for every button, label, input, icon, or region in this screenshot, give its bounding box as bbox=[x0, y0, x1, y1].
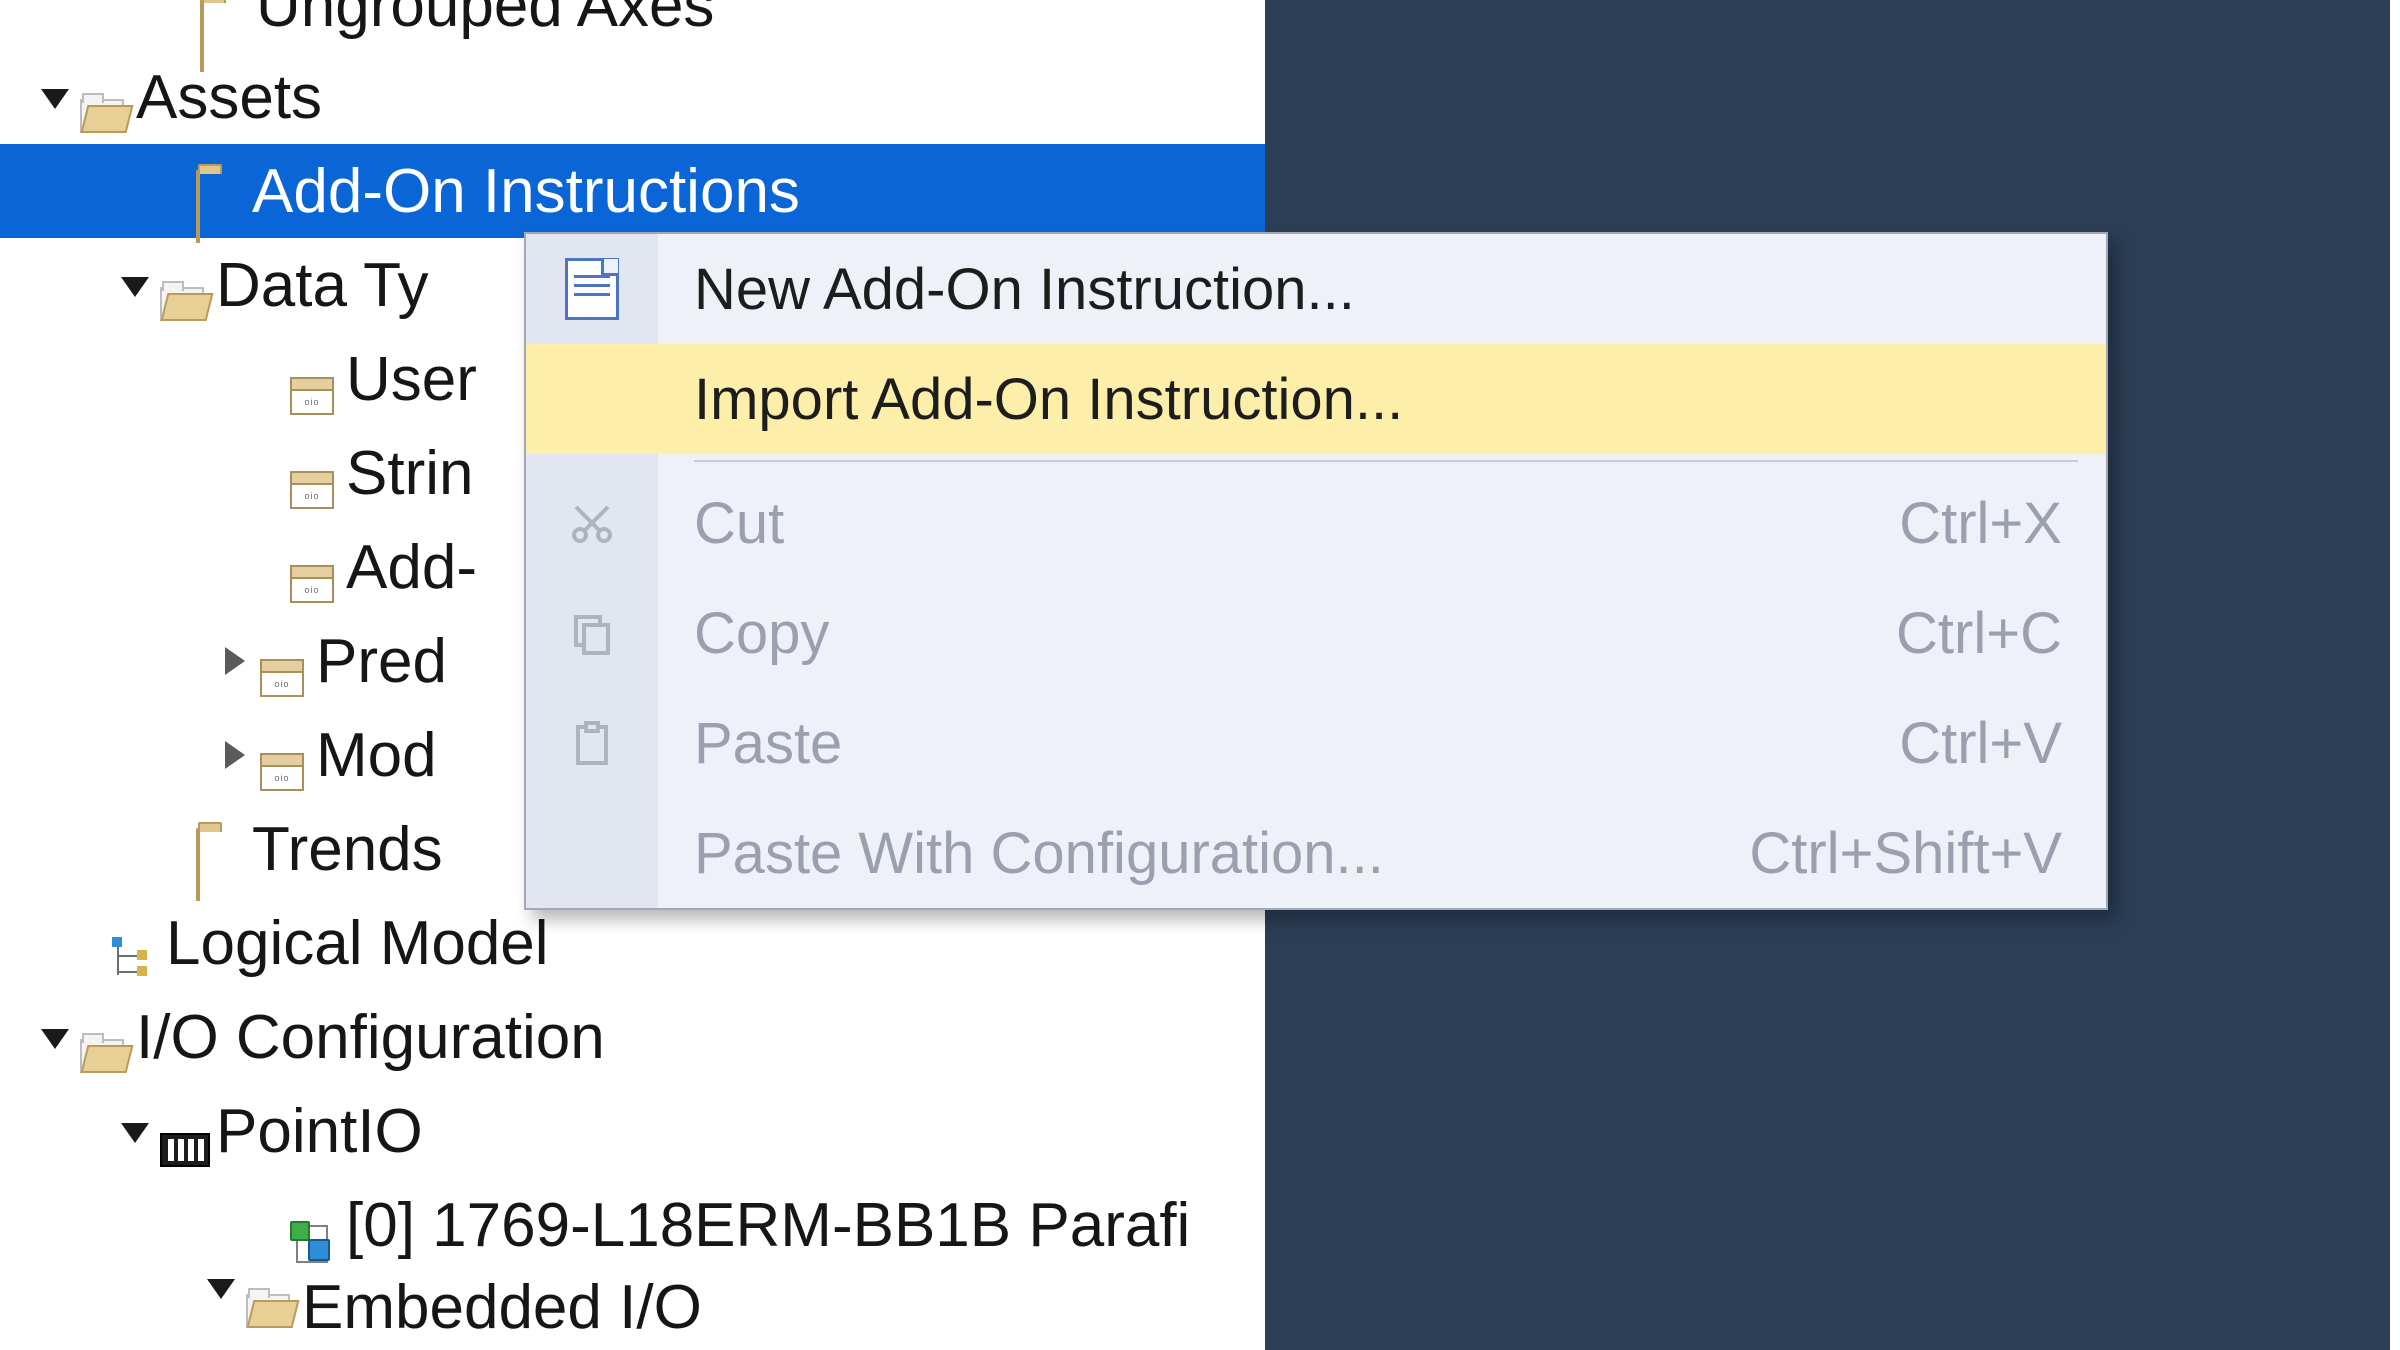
datatype-icon: oio bbox=[290, 359, 334, 399]
menu-shortcut: Ctrl+X bbox=[1899, 490, 2106, 557]
menu-label: New Add-On Instruction... bbox=[658, 256, 2106, 323]
tree-label: Ungrouped Axes bbox=[256, 0, 714, 41]
menu-label: Cut bbox=[658, 490, 1899, 557]
folder-icon bbox=[196, 829, 240, 869]
expander-icon[interactable] bbox=[206, 1272, 236, 1302]
menu-icon-col bbox=[526, 344, 658, 454]
logical-model-icon bbox=[110, 923, 154, 963]
tree-item-embedded-io[interactable]: Embedded I/O bbox=[0, 1272, 1265, 1340]
expander-icon[interactable] bbox=[120, 270, 150, 300]
menu-item-paste[interactable]: Paste Ctrl+V bbox=[526, 688, 2106, 798]
tree-label: PointIO bbox=[216, 1096, 423, 1167]
tree-label: Assets bbox=[136, 62, 322, 133]
expander-icon[interactable] bbox=[220, 740, 250, 770]
tree-label: Pred bbox=[316, 626, 447, 697]
context-menu: New Add-On Instruction... Import Add-On … bbox=[524, 232, 2108, 910]
menu-item-cut[interactable]: Cut Ctrl+X bbox=[526, 468, 2106, 578]
open-folder-icon bbox=[80, 77, 124, 117]
expander-icon[interactable] bbox=[40, 1022, 70, 1052]
tree-item-pointio[interactable]: PointIO bbox=[0, 1084, 1265, 1178]
workspace: Ungrouped Axes Assets Add-On Instruction… bbox=[0, 0, 2400, 1350]
tree-item-controller-module[interactable]: [0] 1769-L18ERM-BB1B Parafi bbox=[0, 1178, 1265, 1272]
tree-label: Mod bbox=[316, 720, 437, 791]
folder-icon bbox=[196, 171, 240, 211]
folder-icon bbox=[200, 0, 244, 40]
tree-label: [0] 1769-L18ERM-BB1B Parafi bbox=[346, 1190, 1190, 1261]
menu-item-copy[interactable]: Copy Ctrl+C bbox=[526, 578, 2106, 688]
tree-label: Strin bbox=[346, 438, 473, 509]
menu-shortcut: Ctrl+V bbox=[1899, 710, 2106, 777]
chassis-icon bbox=[160, 1111, 204, 1151]
tree-label: Logical Model bbox=[166, 908, 549, 979]
menu-item-paste-with-configuration[interactable]: Paste With Configuration... Ctrl+Shift+V bbox=[526, 798, 2106, 908]
copy-icon bbox=[526, 578, 658, 688]
tree-label: Trends bbox=[252, 814, 443, 885]
datatype-icon: oio bbox=[290, 547, 334, 587]
expander-icon[interactable] bbox=[40, 82, 70, 112]
panel-right-edge bbox=[2390, 0, 2400, 1350]
datatype-icon: oio bbox=[260, 641, 304, 681]
tree-label: Add-On Instructions bbox=[252, 156, 800, 227]
menu-item-new-add-on-instruction[interactable]: New Add-On Instruction... bbox=[526, 234, 2106, 344]
expander-icon[interactable] bbox=[120, 1116, 150, 1146]
menu-label: Import Add-On Instruction... bbox=[658, 366, 2106, 433]
tree-label: Add- bbox=[346, 532, 477, 603]
datatype-icon: oio bbox=[290, 453, 334, 493]
menu-label: Copy bbox=[658, 600, 1896, 667]
tree-label: User bbox=[346, 344, 477, 415]
tree-item-assets[interactable]: Assets bbox=[0, 50, 1265, 144]
tree-item-io-configuration[interactable]: I/O Configuration bbox=[0, 990, 1265, 1084]
menu-label: Paste With Configuration... bbox=[658, 820, 1749, 887]
menu-item-import-add-on-instruction[interactable]: Import Add-On Instruction... bbox=[526, 344, 2106, 454]
menu-separator bbox=[526, 454, 2106, 468]
open-folder-icon bbox=[160, 265, 204, 305]
expander-icon[interactable] bbox=[220, 646, 250, 676]
menu-label: Paste bbox=[658, 710, 1899, 777]
tree-item-ungrouped-axes[interactable]: Ungrouped Axes bbox=[0, 0, 1265, 50]
scissors-icon bbox=[526, 468, 658, 578]
open-folder-icon bbox=[80, 1017, 124, 1057]
open-folder-icon bbox=[246, 1272, 290, 1312]
menu-shortcut: Ctrl+Shift+V bbox=[1749, 820, 2106, 887]
controller-module-icon bbox=[290, 1205, 334, 1245]
paste-icon bbox=[526, 688, 658, 798]
new-instruction-icon bbox=[526, 234, 658, 344]
menu-icon-col bbox=[526, 798, 658, 908]
tree-item-logical-model[interactable]: Logical Model bbox=[0, 896, 1265, 990]
menu-shortcut: Ctrl+C bbox=[1896, 600, 2106, 667]
datatype-icon: oio bbox=[260, 735, 304, 775]
tree-item-add-on-instructions[interactable]: Add-On Instructions bbox=[0, 144, 1265, 238]
tree-label: Data Ty bbox=[216, 250, 429, 321]
tree-label: I/O Configuration bbox=[136, 1002, 605, 1073]
tree-label: Embedded I/O bbox=[302, 1272, 702, 1340]
